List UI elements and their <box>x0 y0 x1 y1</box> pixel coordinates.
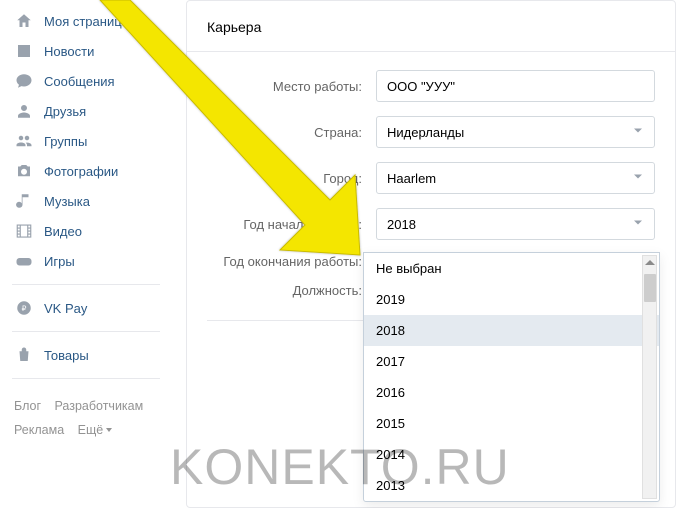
dropdown-scrollbar[interactable] <box>642 255 657 499</box>
option-2017[interactable]: 2017 <box>364 346 659 377</box>
year-start-value: 2018 <box>387 217 416 232</box>
city-value: Haarlem <box>387 171 436 186</box>
sidebar: Моя страница Новости Сообщения Друзья Гр… <box>0 0 170 508</box>
sidebar-item-label: Моя страница <box>44 14 129 29</box>
option-2018[interactable]: 2018 <box>364 315 659 346</box>
home-icon <box>14 11 34 31</box>
city-select[interactable]: Haarlem <box>376 162 655 194</box>
footer-developers[interactable]: Разработчикам <box>55 399 144 413</box>
sidebar-item-music[interactable]: Музыка <box>8 186 170 216</box>
row-year-start: Год начала работы: 2018 <box>207 208 655 240</box>
year-start-dropdown[interactable]: Не выбран 2019 2018 2017 2016 2015 2014 … <box>363 252 660 502</box>
sidebar-item-label: Друзья <box>44 104 86 119</box>
page-title: Карьера <box>207 19 655 35</box>
chevron-down-icon <box>632 125 644 140</box>
sidebar-item-market[interactable]: Товары <box>8 340 170 370</box>
sidebar-item-my-page[interactable]: Моя страница <box>8 6 170 36</box>
dropdown-list: Не выбран 2019 2018 2017 2016 2015 2014 … <box>364 253 659 501</box>
svg-text:₽: ₽ <box>22 304 27 313</box>
label-year-start: Год начала работы: <box>207 217 362 232</box>
footer-links: Блог Разработчикам Реклама Ещё <box>8 387 170 451</box>
groups-icon <box>14 131 34 151</box>
label-city: Город: <box>207 171 362 186</box>
sidebar-item-label: Игры <box>44 254 75 269</box>
sidebar-separator <box>12 284 160 285</box>
sidebar-item-messages[interactable]: Сообщения <box>8 66 170 96</box>
market-icon <box>14 345 34 365</box>
scroll-thumb[interactable] <box>644 274 656 302</box>
sidebar-item-label: Видео <box>44 224 82 239</box>
messages-icon <box>14 71 34 91</box>
workplace-input[interactable]: ООО "УУУ" <box>376 70 655 102</box>
label-year-end: Год окончания работы: <box>207 254 362 269</box>
option-2019[interactable]: 2019 <box>364 284 659 315</box>
row-country: Страна: Нидерланды <box>207 116 655 148</box>
card-header: Карьера <box>187 1 675 52</box>
sidebar-separator <box>12 378 160 379</box>
country-select[interactable]: Нидерланды <box>376 116 655 148</box>
row-city: Город: Haarlem <box>207 162 655 194</box>
sidebar-item-news[interactable]: Новости <box>8 36 170 66</box>
sidebar-item-label: VK Pay <box>44 301 87 316</box>
sidebar-item-label: Сообщения <box>44 74 115 89</box>
label-country: Страна: <box>207 125 362 140</box>
sidebar-item-label: Группы <box>44 134 87 149</box>
option-2015[interactable]: 2015 <box>364 408 659 439</box>
sidebar-item-vkpay[interactable]: ₽ VK Pay <box>8 293 170 323</box>
chevron-down-icon <box>632 171 644 186</box>
year-start-select[interactable]: 2018 <box>376 208 655 240</box>
option-2014[interactable]: 2014 <box>364 439 659 470</box>
sidebar-item-label: Товары <box>44 348 89 363</box>
sidebar-item-video[interactable]: Видео <box>8 216 170 246</box>
chevron-down-icon <box>632 217 644 232</box>
footer-more[interactable]: Ещё <box>78 423 113 437</box>
option-2013[interactable]: 2013 <box>364 470 659 501</box>
footer-blog[interactable]: Блог <box>14 399 41 413</box>
option-not-selected[interactable]: Не выбран <box>364 253 659 284</box>
footer-ads[interactable]: Реклама <box>14 423 64 437</box>
friends-icon <box>14 101 34 121</box>
photos-icon <box>14 161 34 181</box>
sidebar-item-label: Музыка <box>44 194 90 209</box>
news-icon <box>14 41 34 61</box>
vkpay-icon: ₽ <box>14 298 34 318</box>
scroll-up-icon <box>645 260 655 265</box>
label-workplace: Место работы: <box>207 79 362 94</box>
sidebar-item-label: Новости <box>44 44 94 59</box>
sidebar-item-groups[interactable]: Группы <box>8 126 170 156</box>
sidebar-item-label: Фотографии <box>44 164 118 179</box>
country-value: Нидерланды <box>387 125 464 140</box>
label-position: Должность: <box>207 283 362 298</box>
option-2016[interactable]: 2016 <box>364 377 659 408</box>
sidebar-item-photos[interactable]: Фотографии <box>8 156 170 186</box>
sidebar-item-games[interactable]: Игры <box>8 246 170 276</box>
row-workplace: Место работы: ООО "УУУ" <box>207 70 655 102</box>
sidebar-separator <box>12 331 160 332</box>
music-icon <box>14 191 34 211</box>
workplace-value: ООО "УУУ" <box>387 79 455 94</box>
video-icon <box>14 221 34 241</box>
games-icon <box>14 251 34 271</box>
sidebar-item-friends[interactable]: Друзья <box>8 96 170 126</box>
